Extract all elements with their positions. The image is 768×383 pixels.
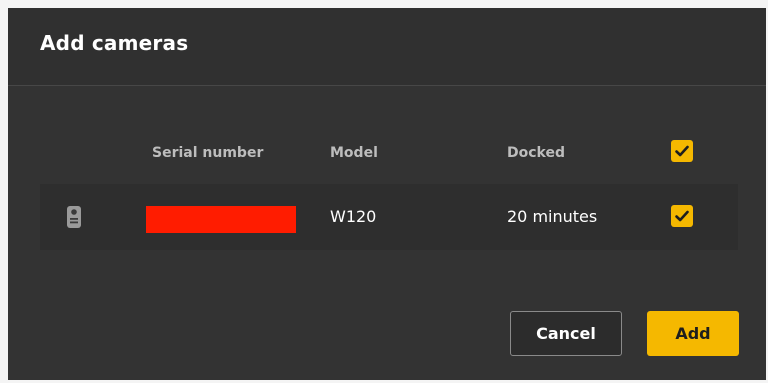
docked-header: Docked: [507, 145, 565, 161]
model-cell: W120: [330, 207, 377, 226]
model-header: Model: [330, 145, 378, 161]
dialog-header: Add cameras: [8, 8, 766, 86]
table-row[interactable]: W120 20 minutes: [40, 184, 738, 250]
select-all-checkbox[interactable]: [671, 140, 693, 162]
checkmark-icon: [675, 210, 689, 222]
dialog-title: Add cameras: [40, 31, 189, 55]
body-camera-icon: [67, 206, 81, 228]
serial-number-header: Serial number: [152, 145, 264, 161]
checkmark-icon: [675, 145, 689, 157]
add-button[interactable]: Add: [647, 311, 739, 356]
add-cameras-dialog: Add cameras Serial number Model Docked W…: [8, 8, 766, 380]
docked-cell: 20 minutes: [507, 207, 598, 226]
cancel-button[interactable]: Cancel: [510, 311, 622, 356]
row-select-checkbox[interactable]: [671, 205, 693, 227]
serial-number-redacted: [146, 206, 296, 233]
